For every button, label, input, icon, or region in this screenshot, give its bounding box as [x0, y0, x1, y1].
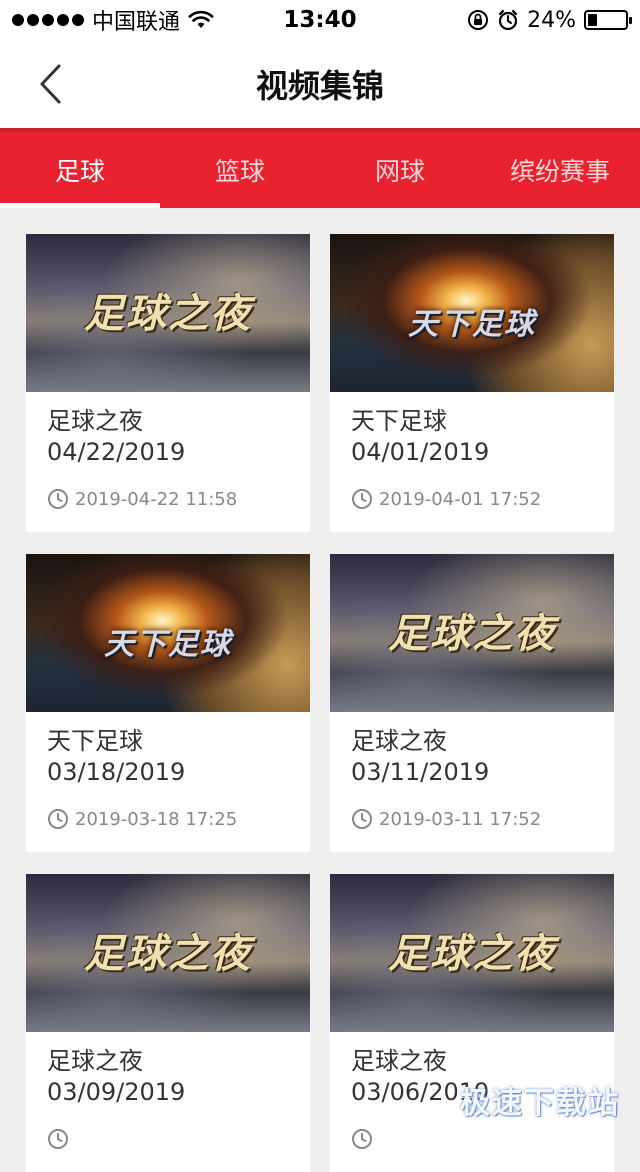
video-date: 04/01/2019 [351, 437, 594, 468]
video-thumbnail: 足球之夜 [330, 554, 614, 712]
video-title: 天下足球 [47, 726, 290, 757]
video-date: 03/11/2019 [351, 757, 594, 788]
status-left: 中国联通 [12, 4, 214, 36]
video-title: 足球之夜 [351, 726, 594, 757]
video-thumbnail: 足球之夜 [26, 874, 310, 1032]
video-title: 足球之夜 [47, 406, 290, 437]
signal-strength-icon [12, 14, 84, 26]
card-body: 天下足球 03/18/2019 2019-03-18 17:25 [26, 712, 310, 830]
publish-time [47, 1128, 290, 1150]
publish-time-text: 2019-04-22 11:58 [75, 489, 237, 510]
video-card[interactable]: 足球之夜 足球之夜 03/06/2019 [330, 874, 614, 1172]
publish-time: 2019-03-11 17:52 [351, 808, 594, 830]
video-grid: 足球之夜 足球之夜 04/22/2019 2019-04-22 11:58 天下… [26, 234, 614, 1172]
video-card[interactable]: 足球之夜 足球之夜 03/11/2019 2019-03-11 17:52 [330, 554, 614, 852]
tab-football[interactable]: 足球 [0, 132, 160, 208]
video-date: 04/22/2019 [47, 437, 290, 468]
watermark: 极速下载站 [460, 1078, 620, 1122]
page-title: 视频集锦 [256, 61, 384, 107]
thumbnail-logo-text: 足球之夜 [330, 921, 614, 979]
tab-basketball[interactable]: 篮球 [160, 132, 320, 208]
card-body: 足球之夜 04/22/2019 2019-04-22 11:58 [26, 392, 310, 510]
thumbnail-logo-text: 足球之夜 [26, 921, 310, 979]
clock-icon [47, 808, 69, 830]
publish-time-text: 2019-03-11 17:52 [379, 809, 541, 830]
card-body: 天下足球 04/01/2019 2019-04-01 17:52 [330, 392, 614, 510]
thumbnail-logo-text: 天下足球 [26, 619, 310, 663]
thumbnail-logo-text: 天下足球 [330, 299, 614, 343]
video-card[interactable]: 天下足球 天下足球 04/01/2019 2019-04-01 17:52 [330, 234, 614, 532]
wifi-icon [188, 10, 214, 30]
back-button[interactable] [28, 60, 72, 108]
battery-percent: 24% [527, 8, 576, 33]
publish-time-text: 2019-03-18 17:25 [75, 809, 237, 830]
video-date: 03/18/2019 [47, 757, 290, 788]
clock-icon [351, 1128, 373, 1150]
publish-time [351, 1128, 594, 1150]
video-card[interactable]: 足球之夜 足球之夜 03/09/2019 [26, 874, 310, 1172]
clock-icon [351, 488, 373, 510]
status-bar: 中国联通 13:40 24% [0, 0, 640, 40]
thumbnail-logo-text: 足球之夜 [26, 281, 310, 339]
carrier-name: 中国联通 [92, 4, 180, 36]
video-date: 03/09/2019 [47, 1077, 290, 1108]
video-thumbnail: 天下足球 [26, 554, 310, 712]
nav-bar: 视频集锦 [0, 40, 640, 128]
alarm-icon [497, 9, 519, 31]
card-body: 足球之夜 03/09/2019 [26, 1032, 310, 1150]
video-title: 足球之夜 [351, 1046, 594, 1077]
publish-time-text: 2019-04-01 17:52 [379, 489, 541, 510]
tab-tennis[interactable]: 网球 [320, 132, 480, 208]
tab-other-events[interactable]: 缤纷赛事 [480, 132, 640, 208]
publish-time: 2019-04-01 17:52 [351, 488, 594, 510]
video-card[interactable]: 足球之夜 足球之夜 04/22/2019 2019-04-22 11:58 [26, 234, 310, 532]
clock-icon [47, 488, 69, 510]
chevron-left-icon [38, 64, 62, 104]
rotation-lock-icon [467, 9, 489, 31]
card-body: 足球之夜 03/11/2019 2019-03-11 17:52 [330, 712, 614, 830]
battery-fill [588, 14, 597, 26]
video-title: 天下足球 [351, 406, 594, 437]
status-right: 24% [467, 8, 628, 33]
battery-icon [584, 10, 628, 30]
clock-icon [47, 1128, 69, 1150]
video-card[interactable]: 天下足球 天下足球 03/18/2019 2019-03-18 17:25 [26, 554, 310, 852]
video-title: 足球之夜 [47, 1046, 290, 1077]
video-thumbnail: 足球之夜 [330, 874, 614, 1032]
publish-time: 2019-03-18 17:25 [47, 808, 290, 830]
thumbnail-logo-text: 足球之夜 [330, 601, 614, 659]
publish-time: 2019-04-22 11:58 [47, 488, 290, 510]
clock-icon [351, 808, 373, 830]
video-thumbnail: 天下足球 [330, 234, 614, 392]
video-thumbnail: 足球之夜 [26, 234, 310, 392]
category-tabs: 足球 篮球 网球 缤纷赛事 [0, 128, 640, 208]
